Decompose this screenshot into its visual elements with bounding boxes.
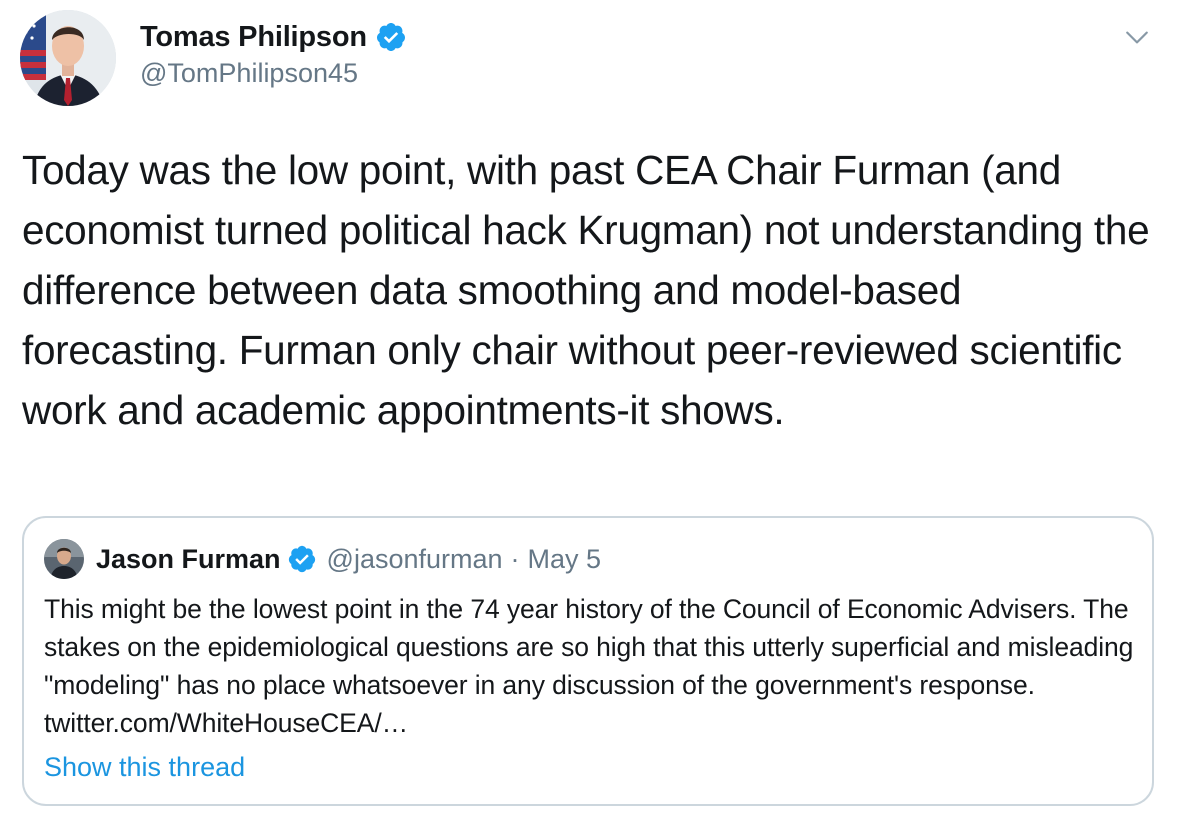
quoted-tweet-body: This might be the lowest point in the 74… <box>44 594 1134 700</box>
tweet-author: Tomas Philipson @TomPhilipson45 <box>140 18 407 89</box>
author-handle[interactable]: @TomPhilipson45 <box>140 58 407 89</box>
quoted-tweet-text: This might be the lowest point in the 74… <box>44 590 1134 742</box>
quoted-author-display-name[interactable]: Jason Furman <box>96 544 281 575</box>
quoted-author-handle[interactable]: @jasonfurman <box>327 544 503 575</box>
quoted-tweet-link[interactable]: twitter.com/WhiteHouseCEA/… <box>44 708 408 738</box>
quoted-tweet-date[interactable]: May 5 <box>528 544 602 575</box>
quoted-separator: · <box>510 543 520 574</box>
quoted-author-avatar <box>44 539 84 579</box>
quoted-tweet-card[interactable]: Jason Furman @jasonfurman · May 5 This m… <box>22 516 1154 806</box>
tweet-text: Today was the low point, with past CEA C… <box>22 147 1161 433</box>
show-thread-link[interactable]: Show this thread <box>44 752 245 783</box>
author-name-row: Tomas Philipson <box>140 18 407 56</box>
author-avatar[interactable] <box>20 10 116 106</box>
author-display-name[interactable]: Tomas Philipson <box>140 21 367 54</box>
author-avatar-image <box>20 10 116 106</box>
quoted-tweet-header: Jason Furman @jasonfurman · May 5 <box>44 538 601 580</box>
chevron-down-icon[interactable] <box>1124 24 1150 50</box>
quoted-verified-badge-icon <box>288 545 315 573</box>
quoted-author-avatar-image <box>44 539 84 579</box>
verified-badge-icon <box>376 23 405 51</box>
